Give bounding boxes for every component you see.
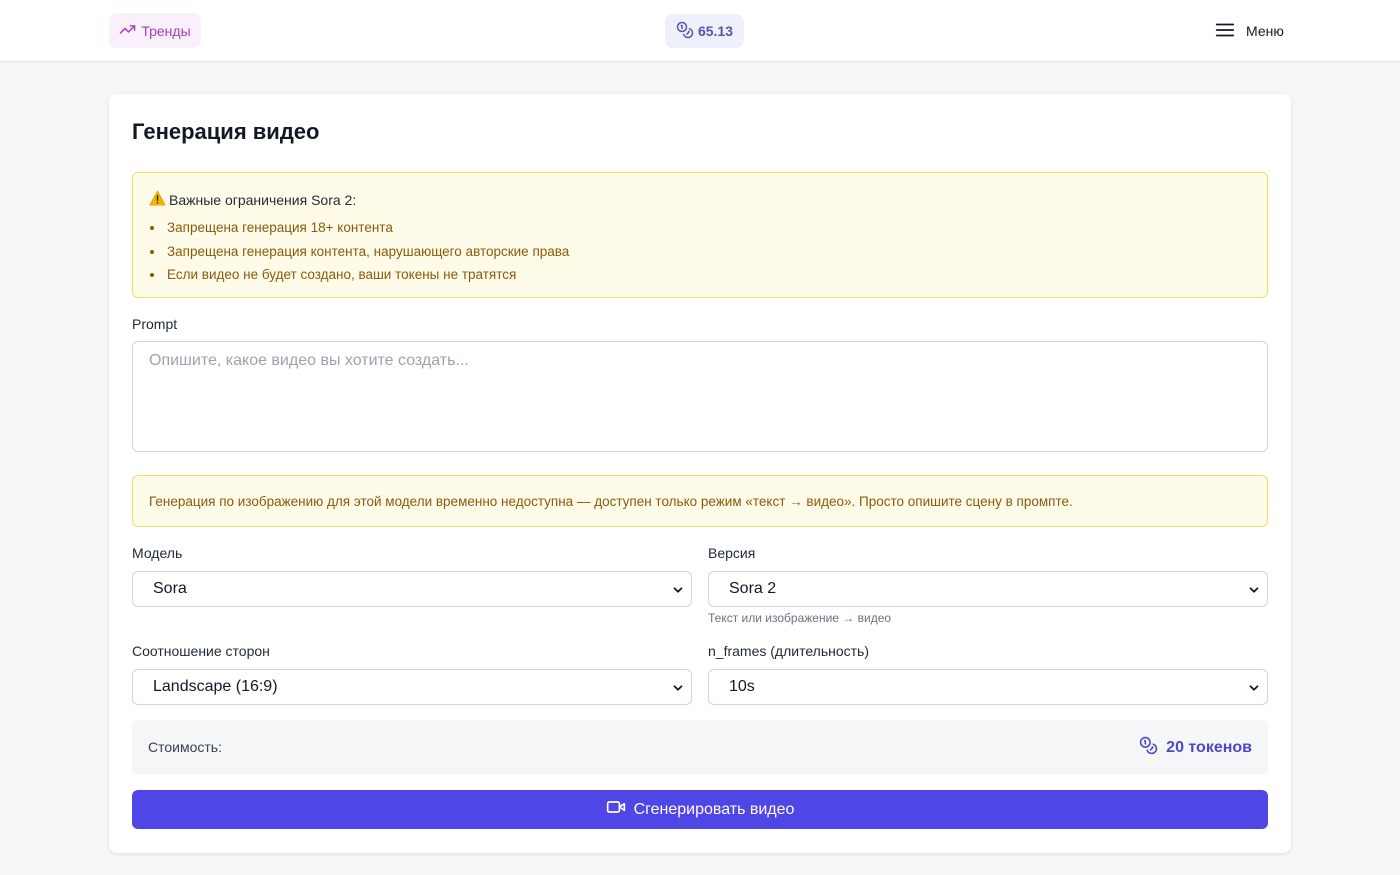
generate-label: Сгенерировать видео: [633, 800, 795, 818]
cost-amount: 20 токенов: [1139, 736, 1252, 760]
notice-text: Генерация по изображению для этой модели…: [149, 493, 1073, 509]
prompt-input[interactable]: [132, 341, 1268, 452]
version-label: Версия: [708, 545, 756, 561]
list-item: Если видео не будет создано, ваши токены…: [149, 266, 1251, 290]
model-select-value: Sora: [153, 580, 187, 597]
warning-icon: [149, 190, 166, 209]
aspect-label: Соотношение сторон: [132, 643, 270, 659]
frames-label: n_frames (длительность): [708, 643, 869, 659]
prompt-label: Prompt: [132, 316, 178, 332]
version-select[interactable]: Sora 2: [708, 571, 1268, 607]
trending-up-icon: [119, 21, 136, 41]
video-generation-card: Генерация видео Важные ограничения Sora …: [109, 94, 1291, 853]
model-label: Модель: [132, 545, 183, 561]
aspect-select[interactable]: Landscape (16:9): [132, 669, 692, 705]
chevron-down-icon: [1247, 681, 1261, 700]
token-balance[interactable]: 65.13: [665, 14, 744, 48]
restrictions-list: Запрещена генерация 18+ контента Запреще…: [149, 219, 1251, 290]
warning-title-text: Важные ограничения Sora 2:: [169, 191, 357, 208]
warning-title: Важные ограничения Sora 2:: [149, 190, 1251, 209]
top-bar: Тренды 65.13 Меню: [0, 0, 1400, 62]
version-hint: Текст или изображение → видео: [708, 611, 892, 625]
cost-label: Стоимость:: [148, 739, 222, 755]
list-item: Запрещена генерация 18+ контента: [149, 219, 1251, 243]
trends-button[interactable]: Тренды: [109, 13, 201, 48]
chevron-down-icon: [671, 583, 685, 602]
trends-label: Тренды: [141, 22, 191, 39]
frames-select-value: 10s: [729, 678, 755, 695]
cost-panel: Стоимость: 20 токенов: [132, 720, 1268, 774]
chevron-down-icon: [671, 681, 685, 700]
page-title: Генерация видео: [132, 119, 320, 144]
balance-value: 65.13: [697, 23, 734, 39]
cost-value: 20 токенов: [1166, 739, 1252, 756]
restrictions-warning: Важные ограничения Sora 2: Запрещена ген…: [132, 172, 1268, 298]
coins-icon: [1139, 736, 1158, 760]
menu-button[interactable]: Меню: [1214, 18, 1284, 44]
version-select-value: Sora 2: [729, 580, 777, 597]
menu-label: Меню: [1246, 23, 1284, 39]
image-mode-notice: Генерация по изображению для этой модели…: [132, 475, 1268, 527]
generate-video-button[interactable]: Сгенерировать видео: [132, 790, 1268, 829]
aspect-select-value: Landscape (16:9): [153, 678, 278, 695]
video-camera-icon: [606, 797, 626, 822]
hamburger-icon: [1214, 19, 1236, 44]
list-item: Запрещена генерация контента, нарушающег…: [149, 243, 1251, 267]
chevron-down-icon: [1247, 583, 1261, 602]
frames-select[interactable]: 10s: [708, 669, 1268, 705]
model-select[interactable]: Sora: [132, 571, 692, 607]
coins-icon: [676, 21, 694, 42]
